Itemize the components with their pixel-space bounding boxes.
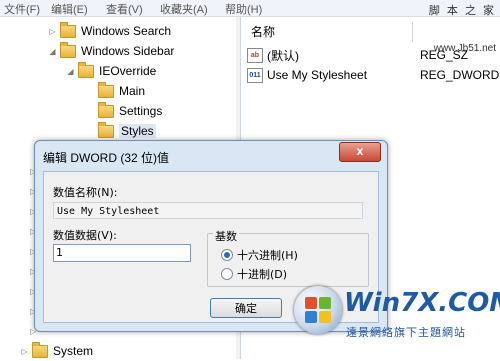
value-name: (默认) (267, 48, 299, 63)
value-type: REG_SZ (420, 48, 469, 62)
menu-edit[interactable]: 编辑(E) (51, 1, 88, 17)
flag-green-pane (319, 297, 331, 309)
radio-selected-icon[interactable] (221, 249, 233, 261)
logo-subtitle: 遠景網絡旗下主題網站 (346, 326, 466, 339)
value-data-label: 数值数据(V): (53, 229, 117, 242)
dword-value-icon: 011 (247, 67, 263, 83)
close-button[interactable]: x (339, 142, 381, 162)
string-value-icon: ab (247, 47, 263, 63)
folder-icon (78, 61, 94, 78)
folder-icon (98, 81, 114, 98)
folder-icon (98, 121, 114, 138)
folder-icon (32, 341, 48, 358)
radio-hexadecimal[interactable]: 十六进制(H) (221, 247, 298, 263)
value-name-label: 数值名称(N): (53, 186, 118, 199)
tree-item-windows-search[interactable]: ▷ Windows Search (48, 21, 171, 41)
tree-item-ieoverride[interactable]: ◢ IEOverride (66, 61, 156, 81)
expand-icon[interactable]: ▷ (20, 347, 29, 356)
value-row-default[interactable]: ab (默认) (247, 46, 299, 64)
tree-item-label: Main (119, 84, 146, 98)
column-separator[interactable] (412, 22, 413, 42)
ok-button[interactable]: 确定 (210, 298, 282, 318)
base-group-title: 基数 (213, 228, 239, 244)
menu-favorites[interactable]: 收藏夹(A) (160, 1, 208, 17)
tree-item-label: Settings (119, 104, 163, 118)
folder-icon (60, 41, 76, 58)
column-header-name[interactable]: 名称 (251, 23, 275, 41)
tree-item-label: Windows Sidebar (81, 44, 175, 58)
tree-item-label: IEOverride (99, 64, 157, 78)
collapse-icon[interactable]: ◢ (48, 47, 57, 56)
menu-view[interactable]: 查看(V) (106, 1, 143, 17)
radio-label: 十进制(D) (237, 268, 288, 281)
flag-blue-pane (305, 311, 317, 323)
folder-icon (60, 21, 76, 38)
tree-item-styles[interactable]: Styles (86, 121, 156, 141)
value-data-input[interactable]: 1 (53, 244, 191, 262)
menu-help[interactable]: 帮助(H) (225, 1, 262, 17)
radio-unselected-icon[interactable] (221, 268, 233, 280)
win7x-logo-watermark: Win7X.COM 遠景網絡旗下主題網站 (284, 280, 500, 350)
tree-item-system[interactable]: ▷ System (20, 341, 93, 361)
site-watermark: 脚 本 之 家 (428, 5, 496, 17)
flag-red-pane (305, 297, 317, 309)
tree-item-main[interactable]: Main (86, 81, 145, 101)
tree-item-label: Styles (119, 124, 156, 138)
value-type: REG_DWORD (420, 68, 500, 82)
tree-item-settings[interactable]: Settings (86, 101, 162, 121)
folder-icon (98, 101, 114, 118)
windows-flag-icon (305, 297, 331, 323)
value-name-field: Use My Stylesheet (53, 202, 363, 219)
tree-item-label: Windows Search (81, 24, 172, 38)
logo-title: Win7X.COM (344, 288, 500, 318)
radio-decimal[interactable]: 十进制(D) (221, 266, 287, 282)
menu-bar: 文件(F) 编辑(E) 查看(V) 收藏夹(A) 帮助(H) 脚 本 之 家 (0, 0, 500, 17)
value-name: Use My Stylesheet (267, 68, 368, 82)
radio-label: 十六进制(H) (237, 249, 298, 262)
tree-item-label: System (53, 344, 94, 358)
expand-icon[interactable]: ▷ (48, 27, 57, 36)
value-row-use-my-stylesheet[interactable]: 011 Use My Stylesheet (247, 66, 367, 84)
dialog-title: 编辑 DWORD (32 位)值 (43, 151, 170, 165)
flag-yellow-pane (319, 311, 331, 323)
tree-item-windows-sidebar[interactable]: ◢ Windows Sidebar (48, 41, 174, 61)
menu-file[interactable]: 文件(F) (4, 1, 40, 17)
collapse-icon[interactable]: ◢ (66, 67, 75, 76)
